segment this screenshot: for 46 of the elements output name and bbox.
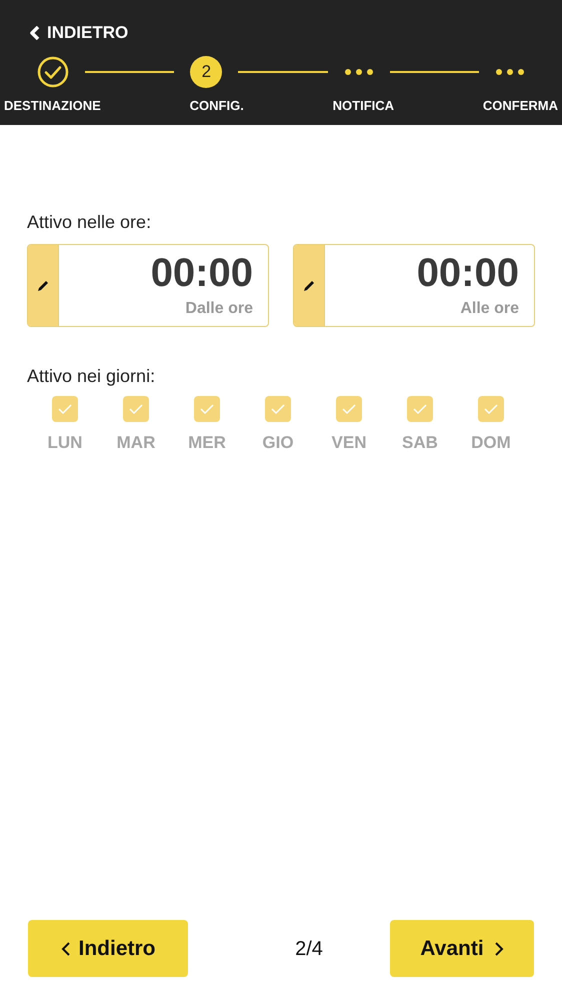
day-checkbox[interactable] [194, 396, 220, 422]
time-caption: Dalle ore [185, 299, 253, 319]
day-label: MAR [116, 432, 156, 454]
time-value: 00:00 [416, 250, 519, 297]
pencil-icon [36, 278, 50, 292]
chevron-left-icon [29, 26, 41, 40]
hours-label: Attivo nelle ore: [27, 211, 152, 234]
time-field[interactable]: 00:00 Alle ore [293, 244, 535, 327]
pencil-icon [302, 278, 316, 292]
day-label: DOM [471, 432, 511, 454]
chevron-right-icon [494, 940, 504, 956]
page-indicator: 2/4 [295, 936, 323, 962]
time-caption: Alle ore [460, 299, 519, 319]
dots-icon [344, 68, 374, 76]
check-icon [483, 403, 499, 415]
days-label: Attivo nei giorni: [27, 365, 156, 388]
check-icon [341, 403, 357, 415]
step-label: NOTIFICA [332, 96, 394, 114]
dots-icon [494, 68, 525, 76]
day-label: GIO [262, 432, 294, 454]
check-icon [270, 403, 286, 415]
step-label: DESTINAZIONE [4, 96, 101, 114]
day-label: SAB [402, 432, 438, 454]
day-checkbox[interactable] [52, 396, 78, 422]
chevron-left-icon [60, 940, 70, 956]
step-label: CONFIG. [190, 96, 244, 114]
day-checkbox[interactable] [336, 396, 362, 422]
back-link[interactable]: INDIETRO [29, 20, 128, 46]
check-icon [412, 403, 428, 415]
step-label: CONFERMA [482, 96, 558, 114]
time-value: 00:00 [150, 250, 253, 297]
day-checkbox[interactable] [123, 396, 149, 422]
day-checkbox[interactable] [265, 396, 291, 422]
back-button[interactable]: Indietro [28, 920, 188, 977]
day-checkbox[interactable] [478, 396, 504, 422]
check-circle-icon [37, 56, 69, 88]
check-icon [199, 403, 215, 415]
time-field[interactable]: 00:00 Dalle ore [27, 244, 269, 327]
check-icon [57, 403, 73, 415]
day-label: MER [188, 432, 226, 454]
next-button[interactable]: Avanti [390, 920, 534, 977]
day-label: VEN [332, 432, 366, 454]
day-label: LUN [48, 432, 82, 454]
step-number: 2 [190, 56, 222, 88]
check-icon [128, 403, 144, 415]
day-checkbox[interactable] [407, 396, 433, 422]
